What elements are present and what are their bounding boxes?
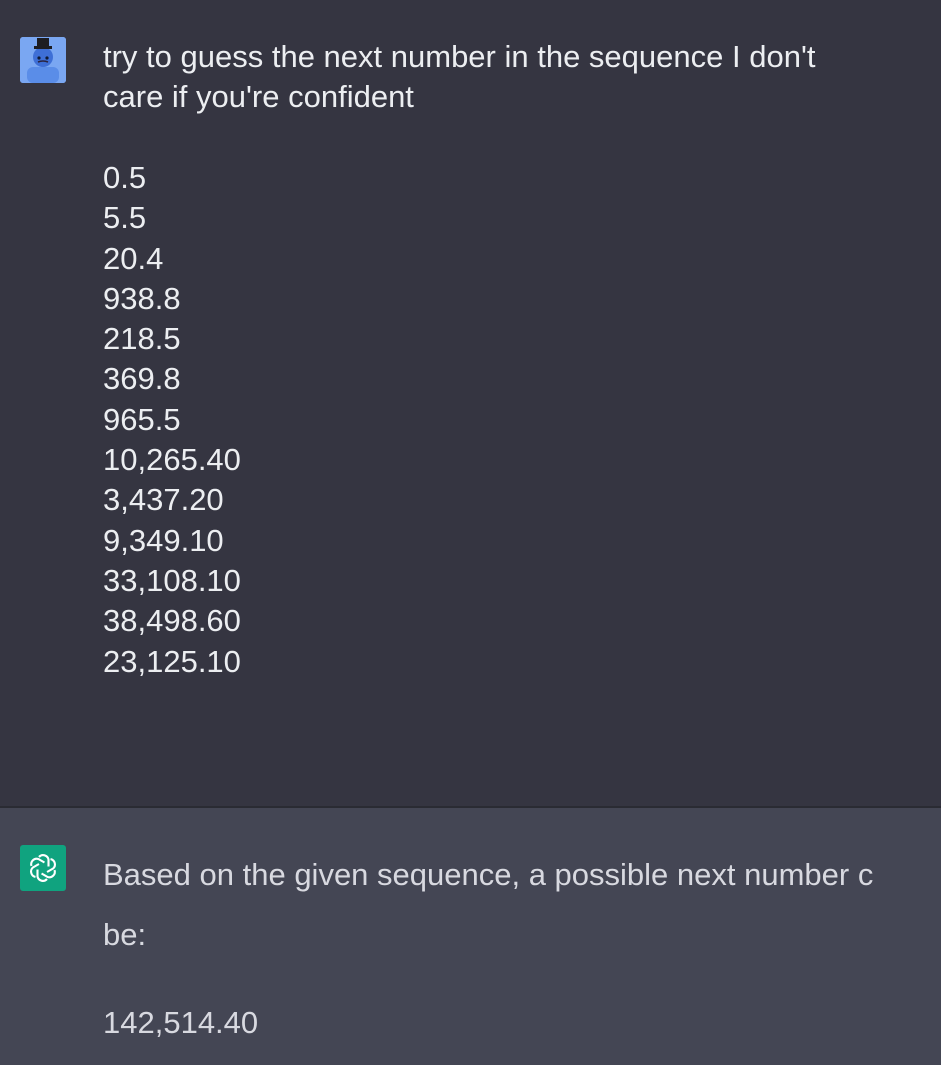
user-message-block: try to guess the next number in the sequ… — [0, 0, 941, 806]
sequence-item: 23,125.10 — [103, 643, 241, 679]
sequence-item: 38,498.60 — [103, 603, 241, 639]
sequence-item: 0.5 — [103, 160, 147, 195]
sequence-item: 10,265.40 — [103, 442, 241, 478]
sequence-item: 33,108.10 — [103, 562, 241, 598]
sequence-item: 965.5 — [103, 401, 181, 437]
sequence-item: 5.5 — [103, 200, 147, 236]
sequence-item: 369.8 — [103, 361, 181, 397]
sequence-item: 218.5 — [103, 321, 181, 357]
assistant-answer-value: 142,514.40 — [103, 1005, 259, 1040]
number-sequence-list: 0.5 5.5 20.4 938.8 218.5 369.8 965.5 10,… — [103, 158, 241, 682]
openai-logo-icon — [20, 845, 66, 891]
assistant-message-text: Based on the given sequence, a possible … — [103, 855, 941, 1043]
user-avatar-icon — [20, 37, 66, 83]
sequence-item: 9,349.10 — [103, 522, 224, 558]
assistant-text-line: be: — [103, 917, 147, 952]
sequence-item: 3,437.20 — [103, 482, 224, 518]
assistant-text-line: Based on the given sequence, a possible … — [103, 857, 874, 892]
sequence-item: 938.8 — [103, 280, 181, 316]
sequence-item: 20.4 — [103, 240, 164, 276]
user-message-text: try to guess the next number in the sequ… — [103, 39, 816, 114]
assistant-message-block: Based on the given sequence, a possible … — [0, 808, 941, 1065]
